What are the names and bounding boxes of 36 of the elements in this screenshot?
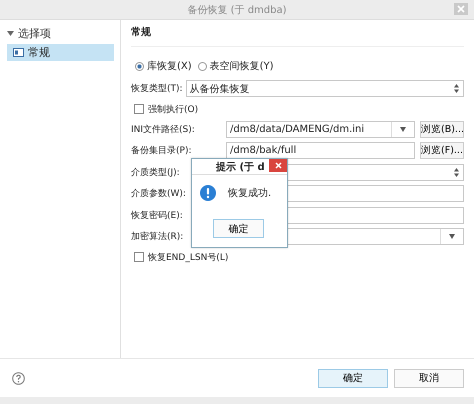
checkbox[interactable]: 强制执行(O) [131, 100, 464, 118]
section-heading: 常规 [131, 26, 152, 40]
help-icon[interactable] [12, 372, 25, 384]
field-label: 介质类型(J): [131, 168, 180, 178]
field-label: 恢复类型(T): [131, 84, 183, 94]
field-label: 备份集目录(P): [131, 146, 192, 156]
field-label: INI文件路径(S): [131, 124, 195, 135]
close-button[interactable] [269, 159, 287, 172]
info-icon [200, 185, 216, 201]
radio-button[interactable]: 表空间恢复(Y) [198, 59, 274, 73]
spinner-field[interactable]: 从备份集恢复 [186, 80, 464, 98]
close-icon [274, 162, 282, 169]
field-label: 加密算法(R): [131, 232, 184, 242]
cancel-button[interactable]: 取消 [394, 368, 464, 388]
browse-button[interactable]: 浏览(B)... [420, 120, 464, 138]
input-field[interactable]: /dm8/bak/full [226, 142, 415, 160]
field-label: 介质参数(W): [131, 189, 186, 200]
dropdown-arrow-icon [449, 234, 455, 240]
dialog-title: 提示 (于 d [216, 160, 265, 174]
ok-button[interactable]: 确定 [213, 219, 264, 238]
ok-button[interactable]: 确定 [318, 368, 388, 388]
spinner-arrows-icon [454, 84, 459, 94]
field-label: 恢复密码(E): [131, 210, 183, 221]
dropdown-arrow-icon [400, 126, 406, 132]
spinner-arrows-icon [454, 168, 459, 177]
window-title: 备份恢复 (于 dmdba) [187, 4, 287, 16]
dialog-message: 恢复成功. [228, 186, 272, 200]
radio-button[interactable]: 库恢复(X) [135, 59, 192, 73]
browse-button[interactable]: 浏览(F)... [420, 142, 464, 160]
combo-field[interactable]: /dm8/data/DAMENG/dm.ini [226, 120, 415, 138]
close-icon [457, 5, 465, 13]
tree-item[interactable]: 选择项 [18, 26, 51, 41]
page-icon [13, 48, 24, 57]
expanded-triangle-icon[interactable] [7, 30, 14, 37]
checkbox[interactable]: 恢复END_LSN号(L) [131, 248, 464, 266]
tree-item[interactable]: 常规 [7, 44, 114, 61]
